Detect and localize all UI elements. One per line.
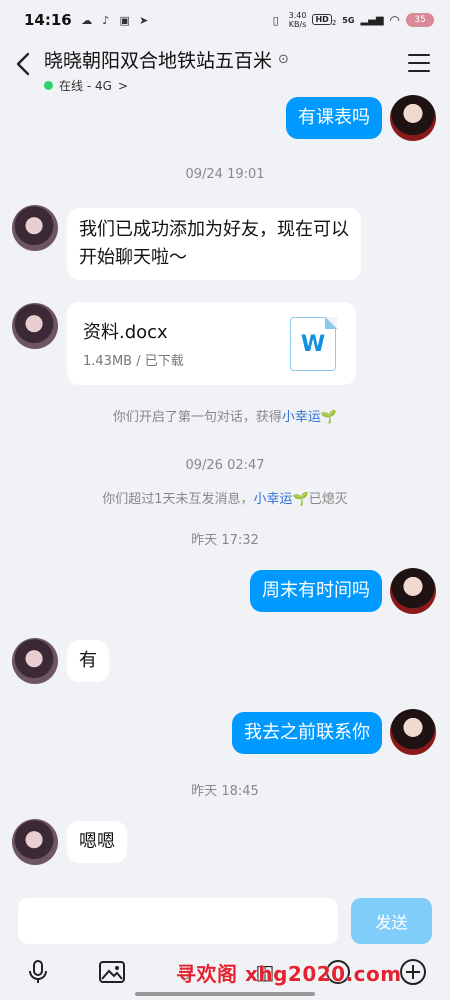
plus-icon — [400, 959, 426, 985]
lucky-link[interactable]: 小幸运 — [282, 410, 321, 425]
message-bubble-sent[interactable]: 有课表吗 — [286, 97, 382, 139]
home-indicator[interactable] — [135, 992, 315, 996]
signal-icon: ▂▄▆ — [360, 14, 384, 26]
menu-button[interactable] — [408, 54, 430, 72]
message-bubble-sent[interactable]: 周末有时间吗 — [250, 570, 382, 612]
cloud-icon: ☁ — [81, 13, 93, 27]
friend-avatar[interactable] — [12, 303, 58, 349]
app-icon: ▣ — [119, 13, 130, 27]
image-icon — [99, 961, 125, 983]
message-bubble-received[interactable]: 嗯嗯 — [67, 821, 127, 863]
timestamp: 09/24 19:01 — [185, 167, 265, 182]
signal-5g: 5G — [342, 15, 355, 25]
title-block[interactable]: 晓晓朝阳双合地铁站五百米 ⊙ 在线 - 4G > — [44, 46, 289, 94]
file-message-card[interactable]: 资料.docx 1.43MB / 已下载 W — [67, 302, 356, 385]
message-bubble-received[interactable]: 有 — [67, 640, 109, 682]
paper-plane-icon: ➤ — [139, 13, 149, 27]
online-dot-icon — [44, 81, 53, 90]
status-time: 14:16 — [24, 11, 72, 29]
composer: 发送 ⌷ ◫ 寻欢阁 xhg2020.com — [0, 887, 450, 1000]
send-button[interactable]: 发送 — [351, 898, 432, 944]
wifi-icon: ◠ — [389, 13, 400, 27]
status-bar: 14:16 ☁ ♪ ▣ ➤ ▯ 3.40 KB/s HD 2 5G ▂▄▆ ◠ 3… — [0, 0, 450, 40]
lucky-link[interactable]: 小幸运 — [254, 492, 293, 507]
system-note: 你们开启了第一句对话，获得小幸运🌱 — [112, 410, 338, 425]
timestamp: 昨天 18:45 — [191, 784, 259, 799]
chat-title: 晓晓朝阳双合地铁站五百米 ⊙ — [44, 50, 289, 72]
image-button[interactable] — [97, 957, 127, 987]
location-pin-icon: ⊙ — [278, 52, 289, 67]
message-input[interactable] — [18, 898, 338, 944]
timestamp: 09/26 02:47 — [185, 458, 265, 473]
system-note: 你们超过1天未互发消息，小幸运🌱已熄灭 — [102, 492, 348, 507]
message-bubble-received[interactable]: 我们已成功添加为好友，现在可以 开始聊天啦～ — [67, 208, 361, 280]
net-speed: 3.40 KB/s — [288, 11, 307, 29]
my-avatar[interactable] — [390, 568, 436, 614]
chevron-right-icon: > — [117, 78, 128, 93]
chevron-left-icon — [16, 52, 30, 76]
friend-avatar[interactable] — [12, 205, 58, 251]
word-document-icon: W — [290, 316, 337, 371]
hd-badge: HD 2 — [312, 13, 336, 27]
sprout-icon: 🌱 — [320, 410, 338, 425]
mic-icon — [29, 960, 47, 983]
friend-avatar[interactable] — [12, 819, 58, 865]
vibrate-icon: ▯ — [272, 13, 279, 27]
notification-icons: ☁ ♪ ▣ ➤ — [80, 13, 151, 27]
more-button[interactable] — [398, 957, 428, 987]
tiktok-icon: ♪ — [102, 13, 110, 27]
timestamp: 昨天 17:32 — [191, 533, 259, 548]
menu-icon — [408, 54, 430, 56]
battery-icon: 35 — [406, 13, 434, 27]
message-bubble-sent[interactable]: 我去之前联系你 — [232, 712, 382, 754]
file-meta: 1.43MB / 已下载 — [83, 354, 184, 369]
my-avatar[interactable] — [390, 95, 436, 141]
back-button[interactable] — [12, 50, 36, 78]
watermark: 寻欢阁 xhg2020.com — [176, 962, 402, 986]
chat-header: 晓晓朝阳双合地铁站五百米 ⊙ 在线 - 4G > — [0, 40, 450, 94]
file-name: 资料.docx — [83, 322, 168, 343]
message-list[interactable]: 有课表吗 09/24 19:01 我们已成功添加为好友，现在可以 开始聊天啦～ … — [0, 92, 450, 887]
friend-avatar[interactable] — [12, 638, 58, 684]
system-indicators: ▯ 3.40 KB/s HD 2 5G ▂▄▆ ◠ 35 — [269, 11, 434, 29]
mic-button[interactable] — [23, 957, 53, 987]
my-avatar[interactable] — [390, 709, 436, 755]
sprout-icon: 🌱 — [292, 492, 309, 507]
